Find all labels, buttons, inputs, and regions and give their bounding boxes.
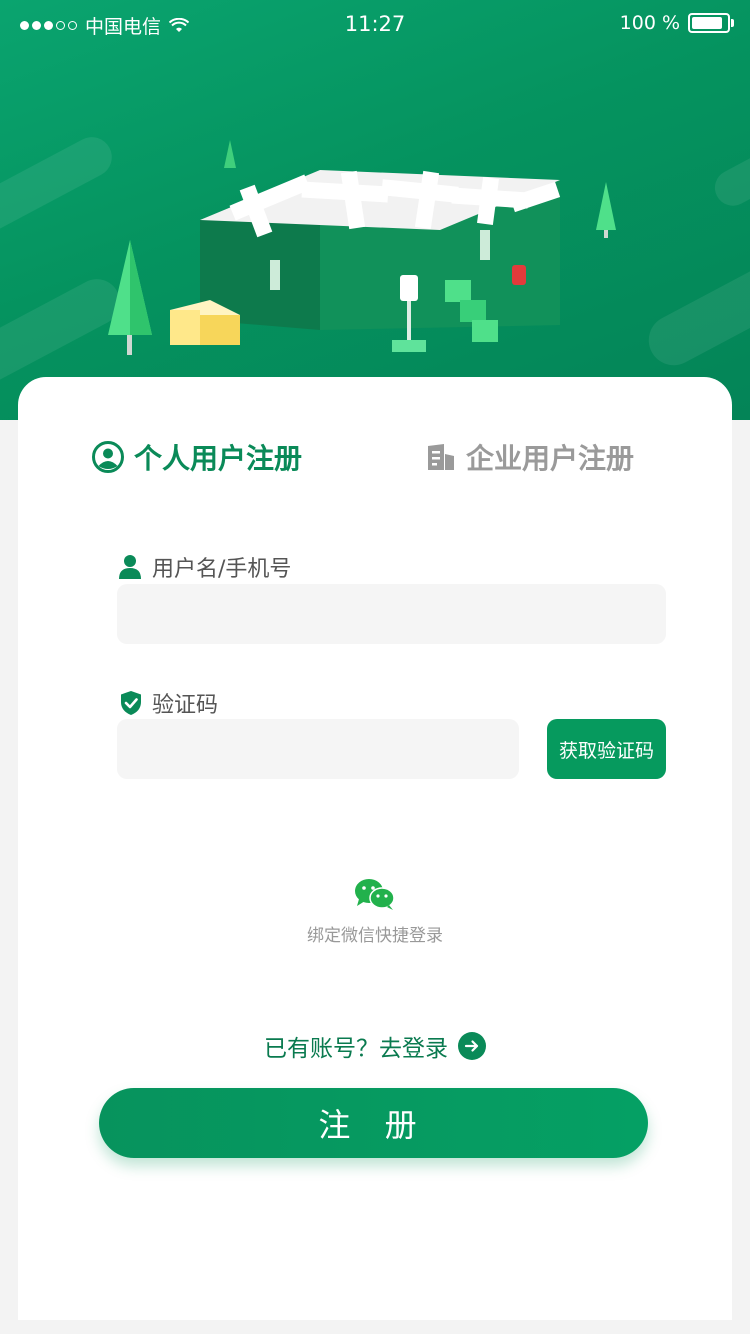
go-login-label: 已有账号？去登录	[264, 1036, 448, 1062]
tab-enterprise-label: 企业用户注册	[466, 442, 635, 475]
user-icon	[119, 555, 141, 579]
tab-personal-label: 个人用户注册	[134, 442, 303, 475]
arrow-right-icon	[458, 1032, 486, 1060]
header-banner: 中国电信 11:27 100 %	[0, 0, 750, 420]
user-circle-icon	[92, 441, 124, 473]
register-card: 个人用户注册 企业用户注册 用户名/手机号 验证码 获取验证码 绑定微信快捷登录…	[18, 377, 732, 1320]
tab-enterprise-register[interactable]: 企业用户注册	[426, 437, 634, 477]
username-label: 用户名/手机号	[118, 551, 291, 583]
get-code-button[interactable]: 获取验证码	[547, 719, 666, 779]
battery-label: 100 %	[619, 12, 680, 34]
register-page: 中国电信 11:27 100 % 个人用户注册 企业用户注册 用户名/手机号 验…	[0, 0, 750, 1334]
register-button[interactable]: 注 册	[99, 1088, 648, 1158]
tab-personal-register[interactable]: 个人用户注册	[92, 437, 302, 477]
battery-icon	[688, 13, 734, 33]
go-login-link[interactable]: 已有账号？去登录	[18, 1029, 732, 1063]
register-tabs: 个人用户注册 企业用户注册	[18, 437, 732, 487]
wechat-bind-login[interactable]: 绑定微信快捷登录	[18, 877, 732, 946]
garbage-sorting-illustration	[108, 140, 616, 355]
shield-check-icon	[121, 691, 141, 715]
wechat-icon[interactable]	[353, 877, 397, 913]
wechat-bind-label: 绑定微信快捷登录	[307, 926, 443, 946]
verification-code-input[interactable]	[117, 719, 519, 779]
code-label: 验证码	[120, 687, 218, 719]
username-input[interactable]	[117, 584, 666, 644]
building-icon	[428, 444, 454, 470]
status-bar: 中国电信 11:27 100 %	[0, 0, 750, 48]
